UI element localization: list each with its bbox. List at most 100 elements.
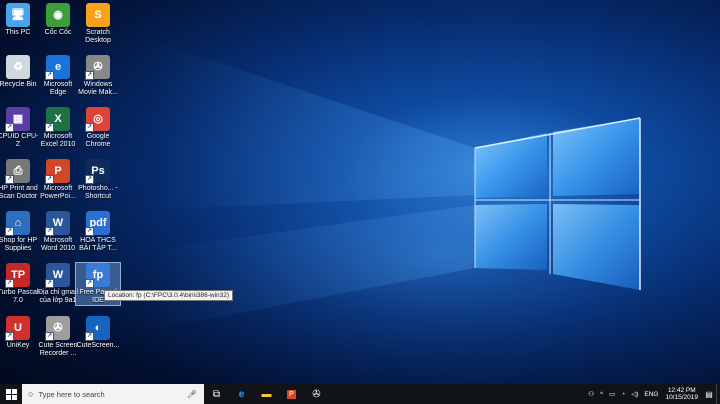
desktop-icon-label: Photosho... - Shortcut [78,185,118,200]
desktop-icon-label: Cute Screen Recorder ... [38,342,78,357]
desktop-icon-shopping[interactable]: ⌂ ↗ Shop for HP Supplies [0,211,40,253]
desktop-icon-label: Shop for HP Supplies [0,237,38,252]
battery-icon[interactable]: ▭ [609,390,615,398]
system-tray: ⚇ ^ ▭ ◔ ◁) ENG 12:42 PM 10/15/2019 ▤ [585,384,720,404]
search-placeholder: Type here to search [38,389,105,399]
desktop-icon-photoshop[interactable]: Ps ↗ Photosho... - Shortcut [76,159,120,201]
shortcut-arrow-icon: ↗ [85,279,94,288]
chrome-icon: ◎ ↗ [85,107,110,132]
shortcut-arrow-icon: ↗ [85,332,94,341]
desktop-icon-printer[interactable]: ⎙ ↗ HP Print and Scan Doctor [0,159,40,201]
film-reel-icon: ✇ ↗ [85,55,110,80]
edge-icon[interactable]: e [229,384,254,404]
desktop-icon-word[interactable]: W ↗ Microsoft Word 2010 [36,211,80,253]
document-icon: W ↗ [45,263,70,288]
unikey-icon: U ↗ [5,316,30,341]
volume-icon[interactable]: ◁) [631,390,638,398]
shortcut-arrow-icon: ↗ [5,279,14,288]
desktop-icon-label: Microsoft Word 2010 [40,237,76,252]
desktop-icon-label: CPUID CPU-Z [0,133,39,148]
desktop-icon-label: Google Chrome [85,133,111,148]
show-desktop-button[interactable] [716,384,720,404]
network-icon[interactable]: ◔ [621,391,625,398]
taskbar: ○ Type here to search 🎤︎ ⧉ e ▬ P ✇ ⚇ ^ ▭… [0,384,720,404]
shortcut-arrow-icon: ↗ [5,175,14,184]
desktop-icon-cute-recorder[interactable]: ✇ ↗ Cute Screen Recorder ... [36,316,80,358]
taskbar-search-box[interactable]: ○ Type here to search 🎤︎ [22,384,204,404]
pdf-icon: pdf ↗ [85,211,110,236]
scratch-icon: S [86,3,110,27]
photoshop-icon: Ps ↗ [85,159,110,184]
desktop-icon-label: Turbo Pascal 7.0 [0,289,39,304]
desktop-icon-coccoc[interactable]: ◉ Cốc Cốc [36,3,80,37]
shortcut-arrow-icon: ↗ [45,227,54,236]
printer-icon: ⎙ ↗ [5,159,30,184]
search-icon: ○ [28,389,34,399]
desktop-icon-edge[interactable]: e ↗ Microsoft Edge [36,55,80,97]
clock-time: 12:42 PM [667,387,696,394]
desktop-icon-cpu[interactable]: ▦ ↗ CPUID CPU-Z [0,107,40,149]
powerpoint-icon[interactable]: P [279,384,304,404]
free-pascal-icon: fp ↗ [85,263,110,288]
desktop-icon-film-reel[interactable]: ✇ ↗ Windows Movie Mak... [76,55,120,97]
desktop-icon-turbo-pascal[interactable]: TP ↗ Turbo Pascal 7.0 [0,263,40,305]
desktop-icon-powerpoint[interactable]: P ↗ Microsoft PowerPoi... [36,159,80,201]
desktop-icon-label: Địa chỉ gmail của lớp 9a1 [37,289,79,304]
edge-icon: e ↗ [45,55,70,80]
word-icon: W ↗ [45,211,70,236]
desktop-icon-cutescreen[interactable]: ◐ ↗ CuteScreen... [76,316,120,350]
desktop-icon-label: HP Print and Scan Doctor [0,185,38,200]
desktop-icon-label: UniKey [6,342,30,349]
cpu-icon: ▦ ↗ [5,107,30,132]
desktop-icon-computer[interactable]: 🖥︎ This PC [0,3,40,37]
powerpoint-icon: P ↗ [45,159,70,184]
cutescreen-icon: ◐ ↗ [85,316,110,341]
desktop-icon-label: Microsoft Excel 2010 [40,133,76,148]
shortcut-arrow-icon: ↗ [85,123,94,132]
shortcut-arrow-icon: ↗ [45,332,54,341]
shortcut-arrow-icon: ↗ [85,227,94,236]
desktop-icon-chrome[interactable]: ◎ ↗ Google Chrome [76,107,120,149]
computer-icon: 🖥︎ [6,3,30,27]
desktop-icon-label: CuteScreen... [76,342,120,349]
desktop-icon-label: Windows Movie Mak... [78,81,118,96]
shortcut-arrow-icon: ↗ [85,71,94,80]
turbo-pascal-icon: TP ↗ [5,263,30,288]
language-indicator[interactable]: ENG [644,391,658,398]
shortcut-arrow-icon: ↗ [5,227,14,236]
people-icon[interactable]: ⚇ [588,390,594,398]
shortcut-arrow-icon: ↗ [5,123,14,132]
file-explorer-icon[interactable]: ▬ [254,384,279,404]
desktop-icon-unikey[interactable]: U ↗ UniKey [0,316,40,350]
notification-icon[interactable]: ▤ [702,390,716,399]
windows-start-icon [5,388,17,400]
shortcut-arrow-icon: ↗ [45,123,54,132]
task-view-icon[interactable]: ⧉ [204,384,229,404]
desktop-icon-document[interactable]: W ↗ Địa chỉ gmail của lớp 9a1 [36,263,80,305]
desktop-icon-excel[interactable]: X ↗ Microsoft Excel 2010 [36,107,80,149]
desktop-icon-label: Microsoft PowerPoi... [40,185,76,200]
chevron-up-icon[interactable]: ^ [600,391,603,398]
movie-maker-icon[interactable]: ✇ [304,384,329,404]
start-button[interactable] [0,384,22,404]
desktop-icon-label: Recycle Bin [0,81,37,88]
desktop-icon-scratch[interactable]: S Scratch Desktop [76,3,120,45]
desktop-icon-pdf[interactable]: pdf ↗ HOA THCS BÀI TẬP T... [76,211,120,253]
shopping-icon: ⌂ ↗ [5,211,30,236]
shortcut-arrow-icon: ↗ [45,175,54,184]
coccoc-icon: ◉ [46,3,70,27]
desktop-icon-label: This PC [5,29,31,36]
recycle-bin-icon: ♻︎ [6,55,30,79]
desktop-icon-label: Cốc Cốc [44,29,72,36]
clock-date: 10/15/2019 [665,394,698,401]
shortcut-arrow-icon: ↗ [85,175,94,184]
microphone-icon[interactable]: 🎤︎ [187,390,197,399]
desktop-icon-label: Scratch Desktop [85,29,111,44]
shortcut-arrow-icon: ↗ [5,332,14,341]
location-tooltip: Location: fp (C:\FPC\3.0.4\bin\i386-win3… [104,290,234,301]
desktop-icon-label: HOA THCS BÀI TẬP T... [79,237,117,252]
shortcut-arrow-icon: ↗ [45,71,54,80]
clock[interactable]: 12:42 PM 10/15/2019 [665,387,698,401]
desktop-icon-recycle-bin[interactable]: ♻︎ Recycle Bin [0,55,40,89]
desktop-icon-label: Microsoft Edge [43,81,73,96]
